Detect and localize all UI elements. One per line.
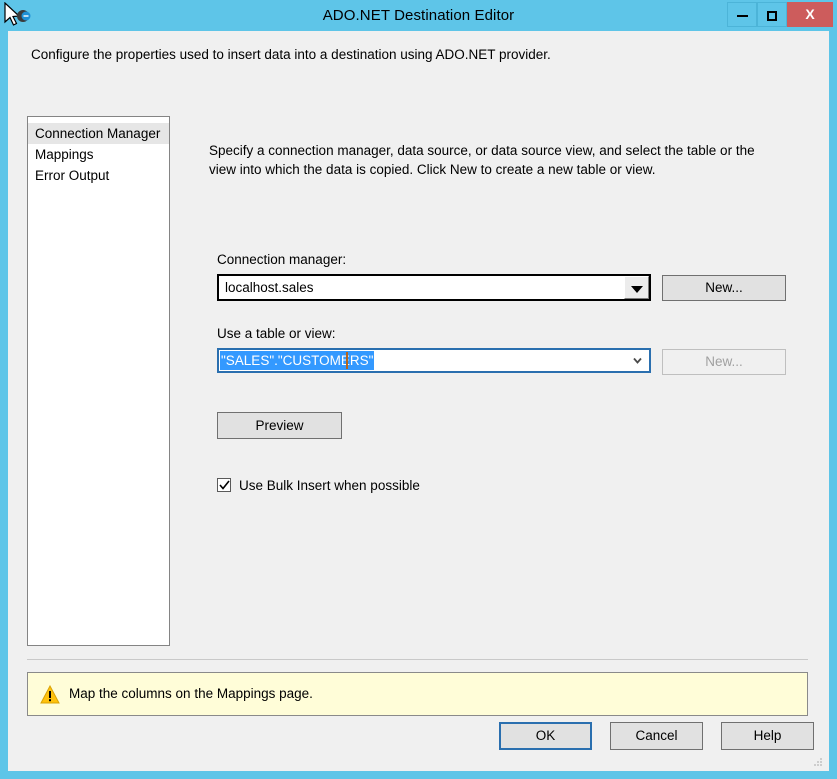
resize-grip-icon[interactable] [813, 757, 823, 767]
connection-manager-label: Connection manager: [217, 252, 347, 267]
ok-button[interactable]: OK [499, 722, 592, 750]
close-button[interactable]: X [787, 2, 833, 27]
cancel-button[interactable]: Cancel [610, 722, 703, 750]
maximize-button[interactable] [757, 2, 787, 27]
sidebar-item-connection-manager[interactable]: Connection Manager [28, 123, 169, 144]
connection-manager-combobox[interactable]: localhost.sales [217, 274, 651, 301]
warning-bar: Map the columns on the Mappings page. [27, 672, 808, 716]
checkmark-icon [219, 480, 230, 490]
warning-message: Map the columns on the Mappings page. [69, 686, 313, 701]
sidebar-item-error-output[interactable]: Error Output [28, 165, 169, 186]
table-or-view-value: "SALES"."CUSTOMERS" [220, 351, 375, 370]
table-or-view-combobox[interactable]: "SALES"."CUSTOMERS" [217, 348, 651, 373]
help-button[interactable]: Help [721, 722, 814, 750]
dialog-window: ADO.NET Destination Editor X Configure t… [0, 0, 837, 779]
page-navigation-list[interactable]: Connection Manager Mappings Error Output [27, 116, 170, 646]
sidebar-item-mappings[interactable]: Mappings [28, 144, 169, 165]
minimize-button[interactable] [727, 2, 757, 27]
bulk-insert-checkbox[interactable] [217, 478, 231, 492]
new-connection-manager-button[interactable]: New... [662, 275, 786, 301]
bulk-insert-label: Use Bulk Insert when possible [239, 478, 420, 493]
warning-triangle-icon [40, 685, 60, 704]
dialog-description: Configure the properties used to insert … [31, 47, 551, 62]
chevron-down-icon[interactable] [624, 276, 649, 299]
title-bar: ADO.NET Destination Editor X [0, 0, 837, 31]
new-table-or-view-button: New... [662, 349, 786, 375]
chevron-down-icon[interactable] [632, 355, 643, 366]
maximize-icon [767, 10, 777, 21]
connection-manager-value: localhost.sales [225, 280, 314, 295]
table-or-view-label: Use a table or view: [217, 326, 336, 341]
minimize-icon [736, 14, 748, 17]
text-caret [346, 352, 348, 369]
pane-instructions: Specify a connection manager, data sourc… [209, 143, 755, 177]
window-title: ADO.NET Destination Editor [322, 7, 515, 24]
dialog-client-area: Configure the properties used to insert … [8, 31, 829, 771]
preview-button[interactable]: Preview [217, 412, 342, 439]
footer-divider [27, 659, 808, 660]
